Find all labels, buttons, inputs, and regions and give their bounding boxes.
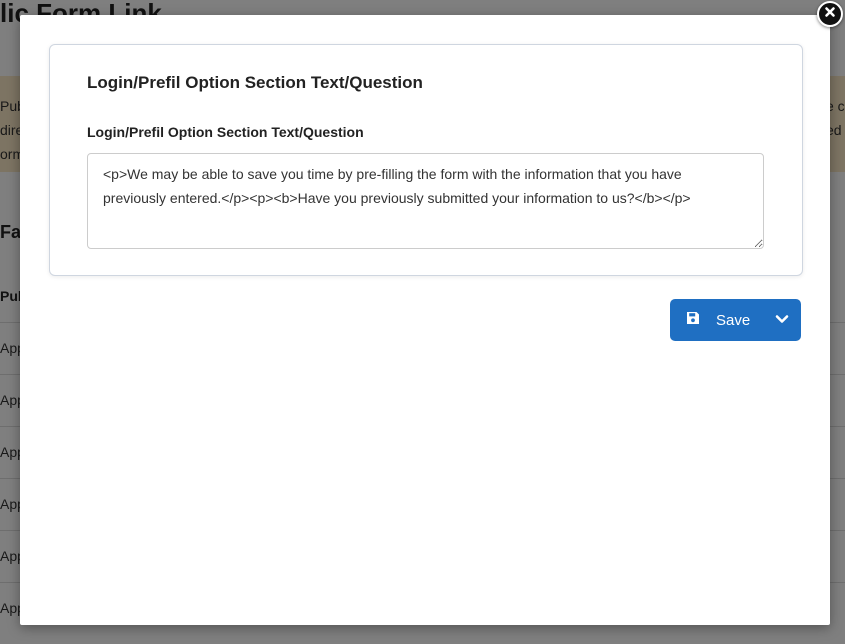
save-button-group: Save [670,299,801,341]
field-label: Login/Prefil Option Section Text/Questio… [87,124,364,140]
save-button-label: Save [716,311,751,329]
edit-modal: Login/Prefil Option Section Text/Questio… [20,15,830,625]
section-card: Login/Prefil Option Section Text/Questio… [49,44,803,276]
close-icon [824,5,836,23]
save-options-dropdown-toggle[interactable] [763,299,801,341]
floppy-disk-icon [686,311,700,329]
save-button[interactable]: Save [670,299,758,341]
card-title: Login/Prefil Option Section Text/Questio… [87,73,423,92]
chevron-down-icon [775,311,789,329]
section-text-textarea[interactable]: <p>We may be able to save you time by pr… [87,153,764,249]
close-modal-button[interactable] [817,1,843,27]
